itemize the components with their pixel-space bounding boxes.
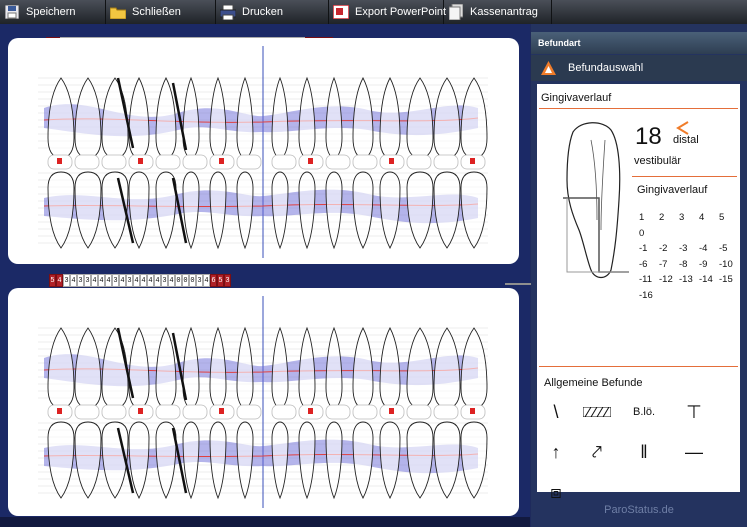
footer-brand: ParoStatus.de xyxy=(604,504,674,516)
gingiva-value[interactable]: -10 xyxy=(719,257,739,273)
save-label: Speichern xyxy=(26,6,76,18)
arrow-up-icon[interactable]: ↑ xyxy=(541,442,571,462)
pocket-depth-cell[interactable]: 3 xyxy=(161,274,168,287)
folder-icon xyxy=(110,4,126,20)
gingiva-value[interactable]: -2 xyxy=(659,241,679,257)
bridge-box-icon[interactable]: ⧈ xyxy=(541,482,571,502)
implant-icon[interactable]: ⊤ xyxy=(679,402,709,422)
upper-jaw-drawing xyxy=(38,46,488,258)
horizontal-line-icon[interactable]: — xyxy=(679,442,709,462)
side-label: vestibulär xyxy=(634,155,682,167)
gingiva-value[interactable]: -16 xyxy=(639,288,659,304)
bloe-label[interactable]: B.lö. xyxy=(629,402,659,422)
gingiva-value[interactable]: 0 xyxy=(639,226,659,242)
gingiva-value[interactable]: -15 xyxy=(719,272,739,288)
pocket-depth-cell[interactable]: 6 xyxy=(210,274,217,287)
findings-panel: Befundart Befundauswahl Gingivaverlauf 1… xyxy=(531,24,747,527)
lower-jaw-drawing xyxy=(38,296,488,508)
save-button[interactable]: Speichern xyxy=(0,0,106,24)
pocket-depth-cell[interactable]: 3 xyxy=(126,274,133,287)
floppy-icon xyxy=(4,4,20,20)
general-findings-rule xyxy=(539,366,738,367)
tooth-info-rule xyxy=(632,176,737,177)
upper-jaw-panel[interactable] xyxy=(8,38,519,264)
printer-icon xyxy=(220,4,236,20)
gingiva-value[interactable]: -5 xyxy=(719,241,739,257)
findings-selection-bar[interactable]: Befundauswahl xyxy=(531,55,747,81)
lower-top-code-row[interactable]: 54343344434344443400034653 xyxy=(49,274,231,287)
tooth-number: 18 xyxy=(635,123,662,150)
pocket-depth-cell[interactable]: 5 xyxy=(49,274,56,287)
gingiva-value[interactable]: -7 xyxy=(659,257,679,273)
print-button[interactable]: Drucken xyxy=(216,0,329,24)
toolbar: Speichern Schließen Drucken Export Power… xyxy=(0,0,747,24)
hatched-bar-icon[interactable] xyxy=(582,402,612,422)
close-button[interactable]: Schließen xyxy=(106,0,216,24)
findings-selection-label: Befundauswahl xyxy=(568,62,644,74)
gingiva-value[interactable]: 3 xyxy=(679,210,699,226)
pocket-depth-cell[interactable]: 4 xyxy=(133,274,140,287)
pocket-depth-cell[interactable]: 3 xyxy=(77,274,84,287)
pocket-depth-cell[interactable]: 0 xyxy=(189,274,196,287)
gingiva-value[interactable]: -1 xyxy=(639,241,659,257)
gingiva-value[interactable]: -9 xyxy=(699,257,719,273)
document-stack-icon xyxy=(448,4,464,20)
pocket-depth-cell[interactable]: 4 xyxy=(203,274,210,287)
gingiva-value[interactable]: -13 xyxy=(679,272,699,288)
pocket-depth-cell[interactable]: 4 xyxy=(140,274,147,287)
print-label: Drucken xyxy=(242,6,283,18)
crossed-arrow-icon[interactable]: ⤤ xyxy=(582,442,612,462)
gingiva-value[interactable]: -8 xyxy=(679,257,699,273)
kassenantrag-label: Kassenantrag xyxy=(470,6,538,18)
export-powerpoint-button[interactable]: Export PowerPoint xyxy=(329,0,447,24)
surface-label: distal xyxy=(673,134,699,146)
gingiva-value[interactable]: -12 xyxy=(659,272,679,288)
pocket-depth-cell[interactable]: 4 xyxy=(154,274,161,287)
distal-marker-icon xyxy=(676,121,689,135)
pocket-depth-cell[interactable]: 3 xyxy=(224,274,231,287)
pocket-depth-cell[interactable]: 4 xyxy=(168,274,175,287)
gingiva-value[interactable]: -4 xyxy=(699,241,719,257)
pocket-depth-cell[interactable]: 3 xyxy=(112,274,119,287)
pocket-depth-cell[interactable]: 4 xyxy=(91,274,98,287)
powerpoint-icon xyxy=(333,4,349,20)
pocket-depth-cell[interactable]: 0 xyxy=(182,274,189,287)
gingiva-value[interactable]: -11 xyxy=(639,272,659,288)
close-label: Schließen xyxy=(132,6,181,18)
card-title-rule xyxy=(539,108,738,109)
gingiva-value[interactable]: -14 xyxy=(699,272,719,288)
pocket-depth-cell[interactable]: 3 xyxy=(84,274,91,287)
gingiva-value[interactable]: -3 xyxy=(679,241,699,257)
pocket-depth-cell[interactable]: 4 xyxy=(105,274,112,287)
gingiva-value[interactable]: -6 xyxy=(639,257,659,273)
double-bar-icon[interactable]: ‖ xyxy=(629,442,659,462)
kassenantrag-button[interactable]: Kassenantrag xyxy=(444,0,552,24)
findings-type-header: Befundart xyxy=(531,32,747,54)
gingiva-value[interactable]: 1 xyxy=(639,210,659,226)
card-title: Gingivaverlauf xyxy=(541,92,612,104)
pocket-depth-cell[interactable]: 3 xyxy=(196,274,203,287)
pocket-depth-cell[interactable]: 4 xyxy=(147,274,154,287)
pocket-depth-cell[interactable]: 5 xyxy=(217,274,224,287)
findings-card: Gingivaverlauf 18 distal vestibulär Ging… xyxy=(537,84,740,502)
gingiva-value[interactable]: 4 xyxy=(699,210,719,226)
pocket-depth-cell[interactable]: 4 xyxy=(119,274,126,287)
gingiva-value[interactable]: 5 xyxy=(719,210,739,226)
chart-bottom-band xyxy=(0,517,530,527)
pocket-depth-cell[interactable]: 0 xyxy=(175,274,182,287)
pocket-depth-cell[interactable]: 4 xyxy=(56,274,63,287)
pocket-depth-cell[interactable]: 3 xyxy=(63,274,70,287)
pocket-depth-cell[interactable]: 4 xyxy=(98,274,105,287)
general-findings-title: Allgemeine Befunde xyxy=(544,377,643,389)
slash-line-icon[interactable]: \ xyxy=(541,402,571,422)
lower-jaw-panel[interactable] xyxy=(8,288,519,516)
gingiva-values-grid: 1 2 3 4 5 0 -1 -2 -3 -4 -5 -6 -7 -8 -9 -10 -11 -12 -13 -14-… xyxy=(639,210,739,303)
gingiva-value[interactable]: 2 xyxy=(659,210,679,226)
export-powerpoint-label: Export PowerPoint xyxy=(355,6,447,18)
tooth-diagram xyxy=(563,122,629,279)
warning-triangle-icon xyxy=(541,61,556,75)
gingiva-values-title: Gingivaverlauf xyxy=(637,184,708,196)
pocket-depth-cell[interactable]: 4 xyxy=(70,274,77,287)
